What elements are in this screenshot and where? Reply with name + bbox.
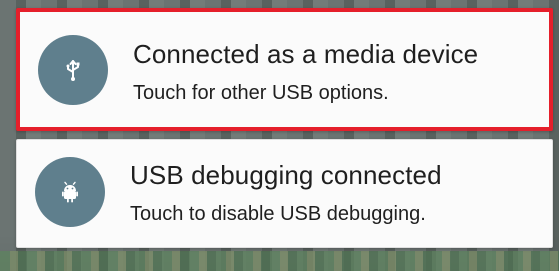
usb-icon — [38, 35, 108, 105]
android-debug-icon — [35, 157, 105, 227]
notification-subtitle: Touch to disable USB debugging. — [130, 203, 426, 225]
usb-debugging-notification[interactable]: USB debugging connected Touch to disable… — [16, 139, 553, 248]
wallpaper-bottom-strip — [0, 251, 559, 271]
usb-media-notification[interactable]: Connected as a media device Touch for ot… — [16, 8, 553, 131]
notification-title: Connected as a media device — [133, 39, 479, 69]
notification-title: USB debugging connected — [130, 160, 442, 190]
notification-subtitle: Touch for other USB options. — [133, 82, 389, 104]
usb-media-notification-text: Connected as a media device Touch for ot… — [133, 39, 533, 105]
usb-debugging-notification-text: USB debugging connected Touch to disable… — [130, 160, 536, 226]
